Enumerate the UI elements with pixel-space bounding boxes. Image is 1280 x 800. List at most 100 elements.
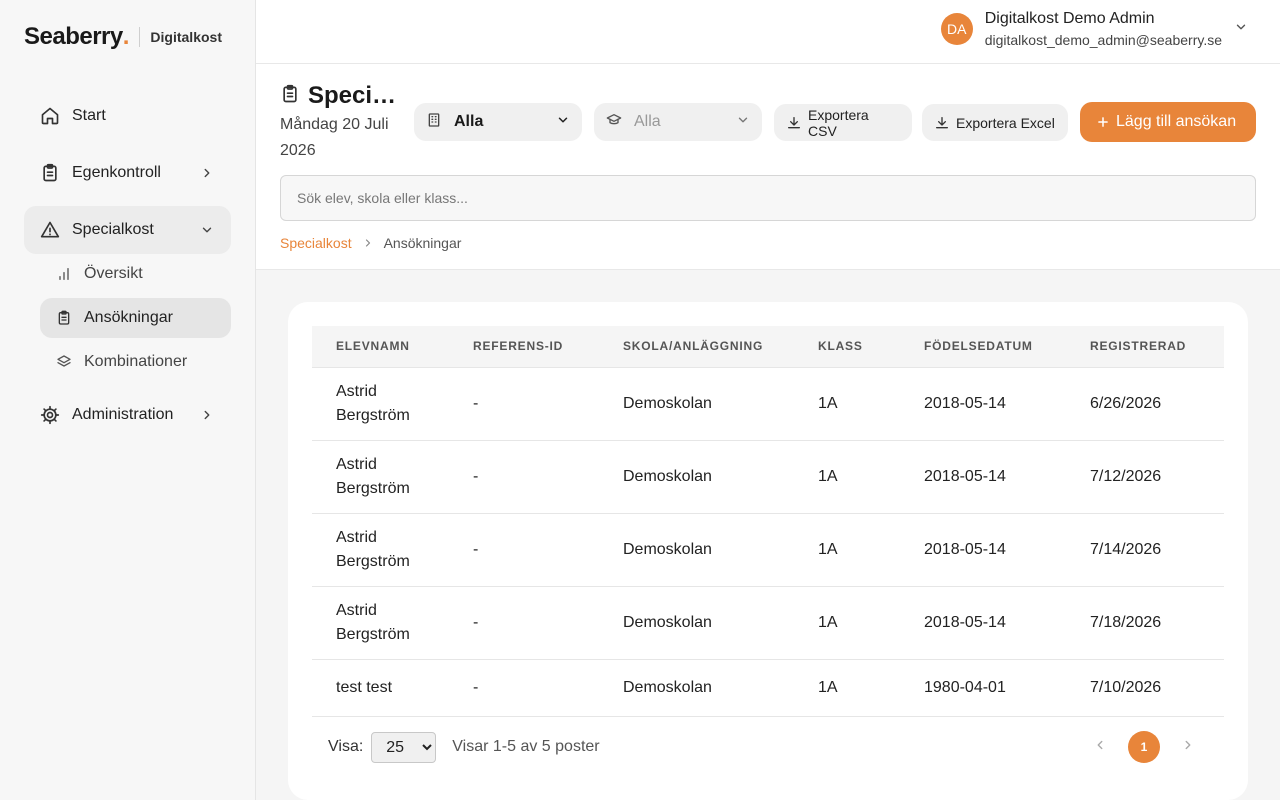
chevron-down-icon [736,113,750,132]
column-header-class[interactable]: KLASS [794,326,900,368]
user-menu[interactable]: DA Digitalkost Demo Admin digitalkost_de… [940,10,1248,48]
chevron-down-icon [556,113,570,132]
chevron-left-icon [1093,738,1107,757]
cell-birthdate: 2018-05-14 [900,586,1066,660]
export-excel-label: Exportera Excel [956,114,1055,131]
sidebar-item-label: Kombinationer [84,353,188,370]
applications-card: ELEVNAMN REFERENS-ID SKOLA/ANLÄGGNING KL… [288,302,1248,800]
table-row[interactable]: Astrid Bergström - Demoskolan 1A 2018-05… [312,440,1224,514]
cell-registered: 7/18/2026 [1066,586,1224,660]
cell-registered: 7/10/2026 [1066,659,1224,717]
page-size-label: Visa: [328,738,364,755]
column-header-reference[interactable]: REFERENS-ID [449,326,599,368]
table-row[interactable]: test test - Demoskolan 1A 1980-04-01 7/1… [312,659,1224,717]
clipboard-icon [280,84,300,109]
previous-page-button[interactable] [1084,731,1116,763]
chevron-right-icon [362,237,374,249]
table-row[interactable]: Astrid Bergström - Demoskolan 1A 2018-05… [312,586,1224,660]
brand-divider [139,27,141,47]
sidebar-item-label: Egenkontroll [72,164,161,181]
building-icon [426,112,442,133]
cell-school: Demoskolan [599,659,794,717]
school-filter-value: Alla [454,113,484,130]
cell-class: 1A [794,659,900,717]
page-title-row: Speci… [280,82,396,110]
clipboard-icon [56,310,72,326]
breadcrumb-current: Ansökningar [383,235,462,251]
cell-birthdate: 2018-05-14 [900,367,1066,441]
page-number-button[interactable]: 1 [1128,731,1160,763]
sidebar-item-label: Start [72,107,106,124]
user-name: Digitalkost Demo Admin [984,10,1155,27]
sidebar-item-egenkontroll[interactable]: Egenkontroll [24,149,231,197]
cell-reference: - [449,367,599,441]
column-header-birthdate[interactable]: FÖDELSEDATUM [900,326,1066,368]
applications-table: ELEVNAMN REFERENS-ID SKOLA/ANLÄGGNING KL… [312,326,1224,717]
sidebar-item-label: Översikt [84,265,143,282]
export-excel-button[interactable]: Exportera Excel [922,104,1068,141]
export-csv-button[interactable]: Exportera CSV [774,104,912,141]
home-icon [40,106,60,126]
graduation-cap-icon [606,112,622,133]
sidebar-item-ansokningar[interactable]: Ansökningar [40,298,231,338]
sidebar-item-specialkost[interactable]: Specialkost [24,206,231,254]
chevron-down-icon [199,222,215,238]
cell-name: Astrid Bergström [312,513,449,587]
brand-dot: . [122,23,130,50]
sidebar-item-oversikt[interactable]: Översikt [40,254,231,294]
cell-class: 1A [794,513,900,587]
class-filter-value: Alla [634,113,661,130]
sidebar-item-label: Specialkost [72,221,154,238]
cell-birthdate: 2018-05-14 [900,440,1066,514]
cell-name: test test [312,659,449,717]
table-row[interactable]: Astrid Bergström - Demoskolan 1A 2018-05… [312,513,1224,587]
school-filter-select[interactable]: Alla [414,103,582,141]
cell-name: Astrid Bergström [312,367,449,441]
pagination-bar: Visa: 102550100 Visar 1-5 av 5 poster 1 [328,730,1200,764]
brand-subtitle: Digitalkost [150,29,222,45]
warning-icon [40,220,60,240]
cell-birthdate: 1980-04-01 [900,659,1066,717]
next-page-button[interactable] [1172,731,1204,763]
add-application-button[interactable]: Lägg till ansökan [1080,102,1256,142]
sidebar-item-kombinationer[interactable]: Kombinationer [40,342,231,382]
table-header-row: ELEVNAMN REFERENS-ID SKOLA/ANLÄGGNING KL… [312,326,1224,368]
download-icon [934,115,950,131]
chevron-right-icon [1181,738,1195,757]
cell-school: Demoskolan [599,367,794,441]
breadcrumb-parent-link[interactable]: Specialkost [280,235,352,251]
column-header-registered[interactable]: REGISTRERAD [1066,326,1224,368]
sidebar-item-start[interactable]: Start [24,92,231,140]
brand-logo[interactable]: Seaberry. Digitalkost [24,22,222,52]
download-icon [786,115,802,131]
page-size-select[interactable]: 102550100 [371,731,437,763]
column-header-name[interactable]: ELEVNAMN [312,326,449,368]
cell-reference: - [449,440,599,514]
cell-registered: 6/26/2026 [1066,367,1224,441]
page-date: Måndag 20 Juli 2026 [280,116,389,159]
gear-icon [40,405,60,425]
chevron-down-icon [1234,20,1248,39]
sidebar: Seaberry. Digitalkost Start Egenkontroll… [0,0,256,800]
class-filter-select[interactable]: Alla [594,103,762,141]
cell-name: Astrid Bergström [312,586,449,660]
chevron-right-icon [199,407,215,423]
brand-name: Seaberry [24,23,123,50]
sidebar-item-administration[interactable]: Administration [24,391,231,439]
cell-reference: - [449,659,599,717]
page-header: Speci… Måndag 20 Juli 2026 Alla Alla Exp… [256,64,1280,270]
user-info: Digitalkost Demo Admin digitalkost_demo_… [985,10,1222,48]
search-input[interactable] [280,175,1256,221]
avatar: DA [940,13,973,45]
column-header-school[interactable]: SKOLA/ANLÄGGNING [599,326,794,368]
bar-chart-icon [56,266,72,282]
cell-reference: - [449,513,599,587]
sidebar-item-label: Ansökningar [84,309,173,326]
cell-school: Demoskolan [599,586,794,660]
table-row[interactable]: Astrid Bergström - Demoskolan 1A 2018-05… [312,367,1224,441]
top-header: DA Digitalkost Demo Admin digitalkost_de… [256,0,1280,64]
export-csv-label: Exportera CSV [808,106,869,139]
layers-icon [56,354,72,370]
cell-reference: - [449,586,599,660]
add-application-label: Lägg till ansökan [1116,113,1237,130]
